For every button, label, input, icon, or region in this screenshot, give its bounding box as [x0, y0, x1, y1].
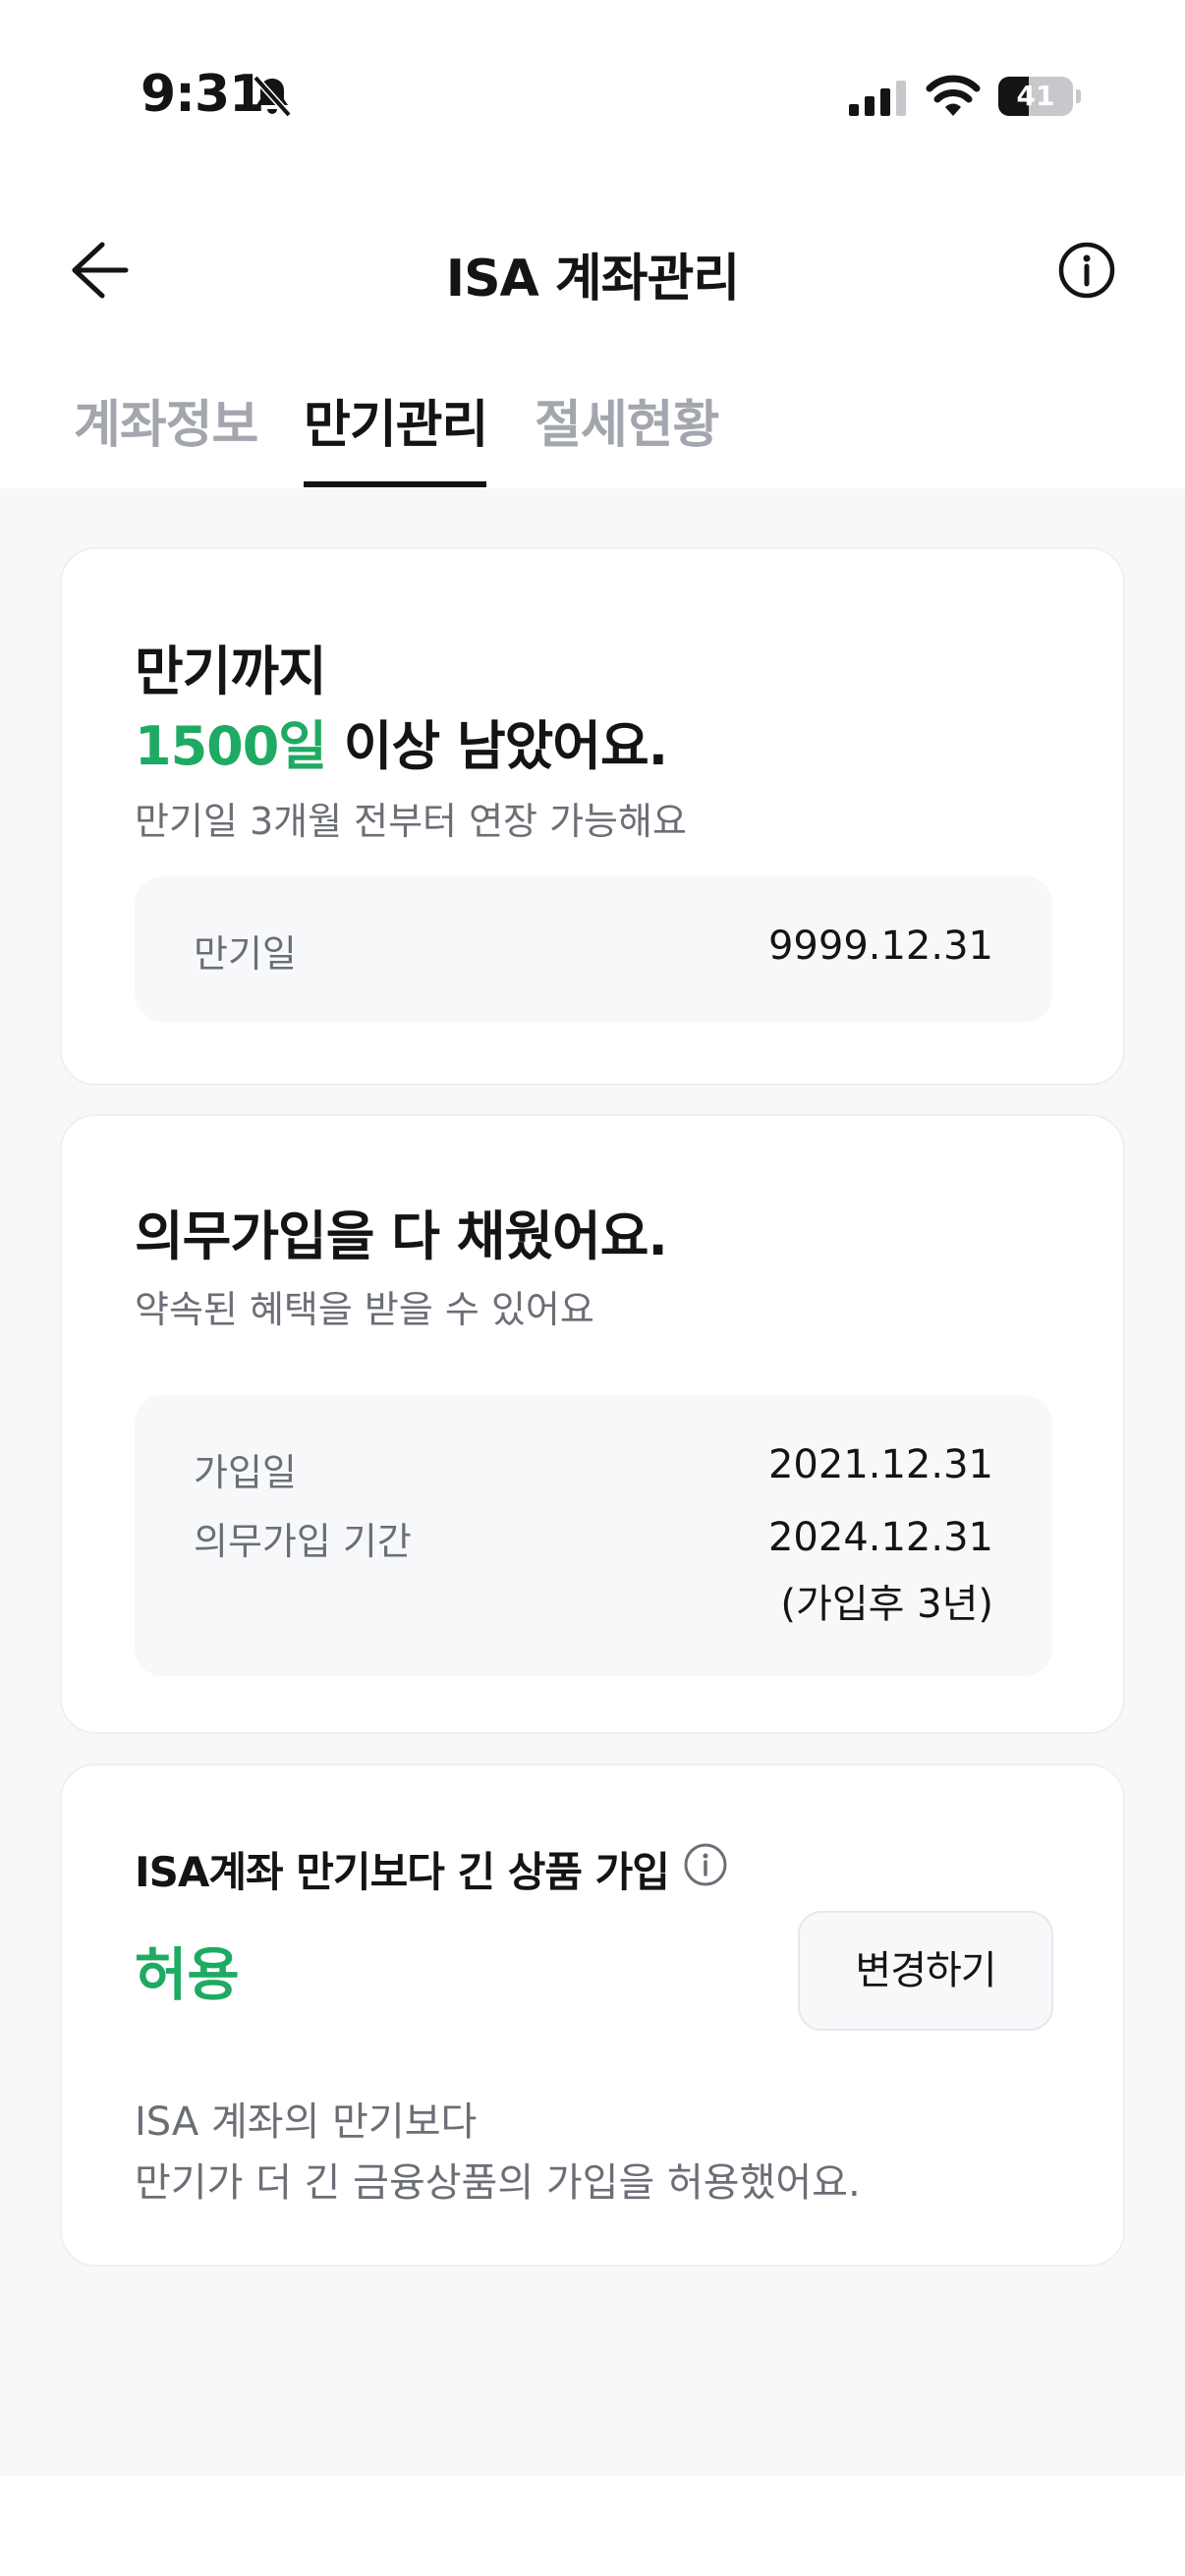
bottom-area	[0, 2476, 1185, 2576]
nav-bar: ISA 계좌관리	[0, 211, 1185, 329]
obligation-period-label: 의무가입 기간	[194, 1520, 412, 1563]
cellular-signal-icon	[849, 81, 906, 116]
info-icon[interactable]	[683, 1842, 728, 1887]
wifi-icon	[926, 75, 981, 116]
days-remaining-suffix: 이상 남았어요.	[325, 715, 668, 777]
longer-product-card: ISA계좌 만기보다 긴 상품 가입 허용 변경하기 ISA 계좌의 만기보다 …	[60, 1764, 1125, 2267]
maturity-date-value: 9999.12.31	[767, 924, 993, 969]
join-date-value: 2021.12.31	[767, 1442, 993, 1487]
longer-product-desc-line2: 만기가 더 긴 금융상품의 가입을 허용했어요.	[135, 2160, 861, 2206]
battery-indicator: 41	[998, 77, 1081, 116]
longer-product-title: ISA계좌 만기보다 긴 상품 가입	[135, 1848, 670, 1896]
maturity-date-panel: 만기일 9999.12.31	[135, 876, 1052, 1022]
battery-percent: 41	[1016, 80, 1055, 112]
status-bar: 9:31 41	[0, 0, 1185, 187]
battery-cap	[1076, 89, 1081, 103]
maturity-card: 만기까지 1500일 이상 남았어요. 만기일 3개월 전부터 연장 가능해요 …	[60, 547, 1125, 1086]
maturity-heading-line1: 만기까지	[135, 641, 327, 702]
maturity-heading-line2: 1500일 이상 남았어요.	[135, 702, 668, 780]
maturity-subtitle: 만기일 3개월 전부터 연장 가능해요	[135, 800, 687, 843]
obligation-period-value: 2024.12.31	[767, 1515, 993, 1560]
obligation-info-panel: 가입일 2021.12.31 의무가입 기간 2024.12.31 (가입후 3…	[135, 1395, 1052, 1676]
status-time: 9:31	[141, 65, 264, 124]
battery-body: 41	[998, 77, 1073, 116]
tab-tax-savings[interactable]: 절세현황	[535, 383, 719, 457]
info-icon[interactable]	[1047, 231, 1126, 309]
obligation-period-note: (가입후 3년)	[780, 1582, 993, 1627]
obligation-subtitle: 약속된 혜택을 받을 수 있어요	[135, 1288, 594, 1331]
obligation-card: 의무가입을 다 채웠어요. 약속된 혜택을 받을 수 있어요 가입일 2021.…	[60, 1114, 1125, 1734]
obligation-title: 의무가입을 다 채웠어요.	[135, 1205, 668, 1267]
maturity-date-label: 만기일	[194, 932, 297, 976]
tab-account-info[interactable]: 계좌정보	[74, 383, 258, 457]
days-remaining: 1500일	[135, 715, 327, 777]
change-button[interactable]: 변경하기	[798, 1911, 1053, 2031]
longer-product-desc-line1: ISA 계좌의 만기보다	[135, 2100, 478, 2145]
tab-maturity-management[interactable]: 만기관리	[304, 383, 488, 457]
active-tab-indicator	[304, 481, 486, 487]
bell-muted-icon	[253, 75, 292, 118]
permission-status: 허용	[135, 1941, 240, 2008]
join-date-label: 가입일	[194, 1451, 297, 1494]
page-title: ISA 계좌관리	[445, 250, 741, 308]
